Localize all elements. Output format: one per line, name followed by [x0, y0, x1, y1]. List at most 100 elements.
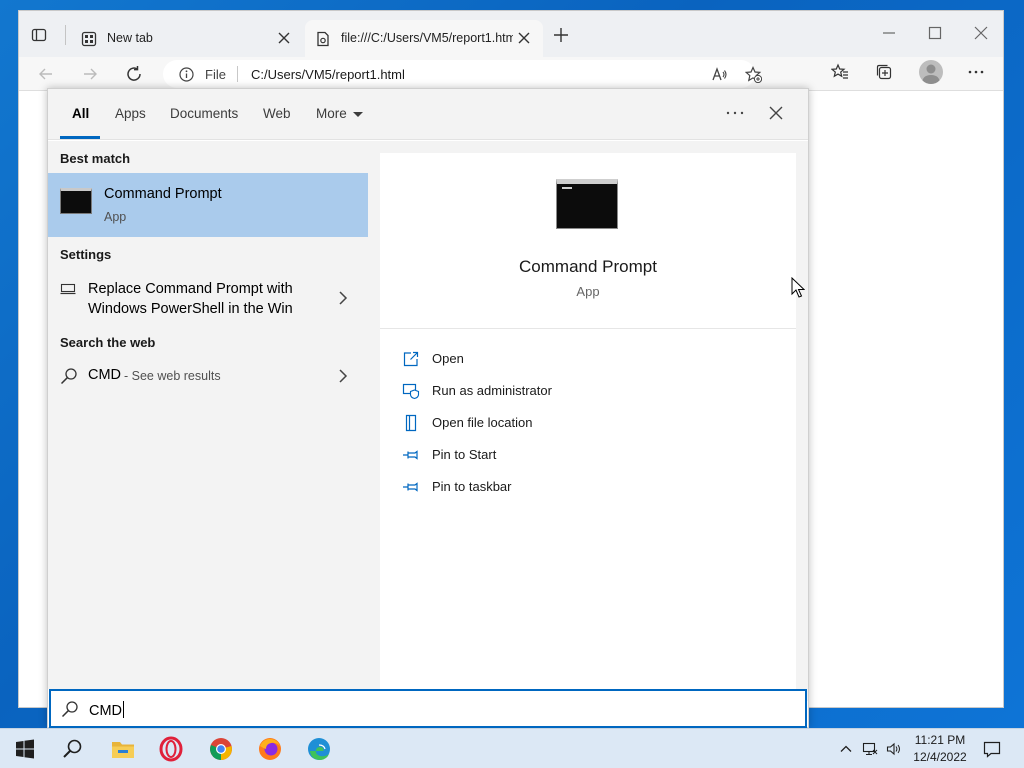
read-aloud-icon[interactable] [711, 66, 728, 83]
collections-icon[interactable] [875, 63, 893, 81]
minimize-icon[interactable] [881, 25, 897, 41]
action-label: Pin to taskbar [432, 479, 512, 494]
more-menu-icon[interactable] [967, 63, 985, 81]
action-label: Run as administrator [432, 383, 552, 398]
window-close-icon[interactable] [973, 25, 989, 41]
chevron-down-icon [352, 111, 363, 117]
action-run-as-administrator[interactable]: Run as administrator [402, 380, 702, 402]
command-prompt-icon [556, 179, 618, 229]
file-page-icon [317, 31, 329, 47]
shield-admin-icon [402, 383, 420, 400]
search-query-value: CMD [89, 703, 123, 719]
filter-tab-more-label: More [316, 106, 347, 121]
active-tab-underline [60, 136, 100, 139]
best-match-title: Command Prompt [104, 186, 222, 202]
mouse-cursor-icon [791, 277, 805, 298]
address-url[interactable]: C:/Users/VM5/report1.html [251, 67, 405, 82]
command-prompt-icon [60, 188, 92, 214]
best-match-item[interactable]: Command Prompt App [48, 173, 368, 237]
address-bar[interactable]: File C:/Users/VM5/report1.html [163, 60, 762, 88]
section-settings: Settings [60, 247, 112, 262]
info-icon[interactable] [179, 67, 194, 82]
address-separator [237, 66, 238, 82]
chrome-icon[interactable] [208, 736, 234, 762]
chevron-up-icon[interactable] [838, 741, 854, 757]
file-location-icon [405, 414, 417, 432]
open-icon [403, 351, 419, 367]
file-explorer-icon[interactable] [110, 736, 136, 762]
search-icon [60, 368, 77, 385]
chevron-right-icon[interactable] [338, 369, 348, 383]
firefox-icon[interactable] [257, 736, 283, 762]
tab-new-tab[interactable]: New tab [71, 20, 303, 57]
action-pin-to-taskbar[interactable]: Pin to taskbar [402, 476, 702, 498]
web-result-query: CMD [88, 367, 122, 383]
favorites-icon[interactable] [831, 63, 849, 81]
action-label: Open [432, 351, 464, 366]
section-best-match: Best match [60, 151, 131, 166]
action-pin-to-start[interactable]: Pin to Start [402, 444, 702, 466]
preview-pane: Command Prompt App Open Run as administr… [380, 153, 796, 689]
tab-report1[interactable]: file:///C:/Users/VM5/report1.html [305, 20, 543, 57]
more-options-icon[interactable] [724, 105, 746, 121]
edge-icon[interactable] [306, 736, 332, 762]
add-favorite-icon[interactable] [745, 66, 762, 83]
close-icon[interactable] [277, 31, 291, 45]
search-query-text[interactable]: CMD [89, 701, 125, 719]
notification-icon[interactable] [982, 739, 1002, 759]
opera-icon[interactable] [158, 736, 184, 762]
tab-separator [65, 25, 66, 45]
forward-arrow-icon[interactable] [81, 65, 99, 83]
maximize-icon[interactable] [927, 25, 943, 41]
filter-tab-apps[interactable]: Apps [115, 106, 146, 121]
action-label: Open file location [432, 415, 533, 430]
taskbar: 11:21 PM 12/4/2022 [0, 728, 1024, 768]
laptop-settings-icon [60, 283, 76, 295]
best-match-subtitle: App [104, 210, 127, 224]
filter-tab-more[interactable]: More [316, 106, 363, 121]
pin-icon [403, 450, 418, 460]
tab-title: New tab [107, 31, 153, 45]
close-icon[interactable] [768, 105, 784, 121]
action-open-file-location[interactable]: Open file location [402, 412, 702, 434]
back-arrow-icon[interactable] [37, 65, 55, 83]
search-icon[interactable] [60, 736, 86, 762]
start-icon[interactable] [12, 736, 38, 762]
tab-title: file:///C:/Users/VM5/report1.html [341, 31, 513, 45]
filter-tab-all[interactable]: All [72, 106, 89, 121]
tab-strip: New tab file:///C:/Users/VM5/report1.htm… [19, 11, 1003, 57]
pin-icon [403, 482, 418, 492]
network-icon[interactable] [862, 741, 878, 757]
preview-header: Command Prompt App [380, 153, 796, 329]
text-caret [123, 701, 125, 718]
action-open[interactable]: Open [402, 348, 702, 370]
settings-result-item[interactable]: Replace Command Prompt with Windows Powe… [48, 275, 368, 321]
preview-subtitle: App [576, 284, 600, 299]
search-filter-bar: All Apps Documents Web More [48, 89, 808, 140]
search-icon [61, 701, 78, 718]
search-input[interactable]: CMD [49, 689, 807, 728]
action-label: Pin to Start [432, 447, 497, 462]
chevron-right-icon[interactable] [338, 291, 348, 305]
refresh-icon[interactable] [125, 65, 143, 83]
person-icon [922, 64, 940, 84]
browser-toolbar: File C:/Users/VM5/report1.html [19, 57, 1003, 91]
web-result-hint: - See web results [124, 369, 221, 383]
filter-tab-web[interactable]: Web [263, 106, 291, 121]
filter-tab-documents[interactable]: Documents [170, 106, 238, 121]
preview-title: Command Prompt [519, 257, 657, 276]
clock-date: 12/4/2022 [913, 750, 967, 764]
new-tab-plus-icon[interactable] [553, 27, 569, 43]
close-icon[interactable] [517, 31, 531, 45]
clock-time: 11:21 PM [914, 733, 966, 747]
address-scheme-label: File [205, 67, 226, 82]
windows-search-panel: All Apps Documents Web More Best match C… [47, 88, 809, 728]
tab-actions-icon[interactable] [31, 27, 47, 43]
section-search-web: Search the web [60, 335, 156, 350]
settings-result-text: Replace Command Prompt with Windows Powe… [88, 281, 293, 317]
system-clock[interactable]: 11:21 PM 12/4/2022 [900, 732, 980, 766]
new-tab-page-icon [81, 31, 97, 47]
profile-avatar[interactable] [919, 60, 943, 84]
web-result-item[interactable]: CMD - See web results [48, 363, 368, 389]
results-list: Best match Command Prompt App Settings R… [48, 141, 368, 689]
